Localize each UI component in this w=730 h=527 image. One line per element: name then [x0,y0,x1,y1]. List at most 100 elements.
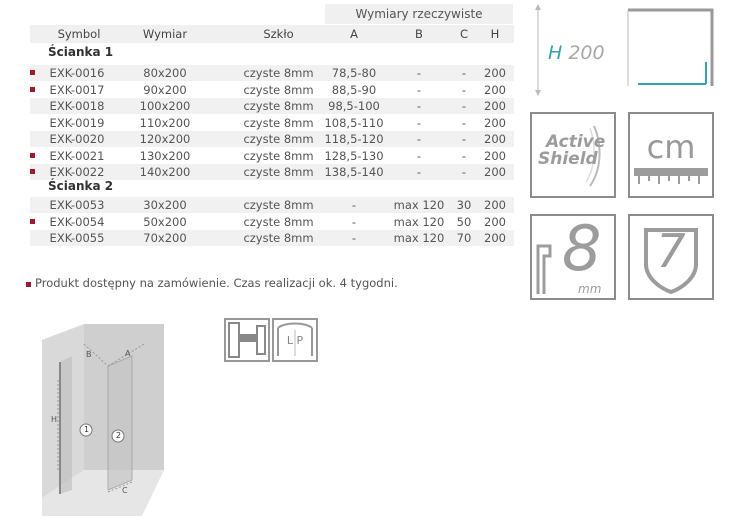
table-row: EXK-0017 90x200 czyste 8mm 88,5-90 - - 200 [30,82,514,98]
height-letter: H [548,42,563,64]
diagram-label-1: 1 [84,425,90,434]
table-header-row: Symbol Wymiar Szkło A B C H [30,25,514,43]
cell-b: max 120 [393,198,445,212]
table-row: EXK-0016 80x200 czyste 8mm 78,5-80 - - 200 [30,65,514,81]
cell-c: - [461,66,467,80]
shower-corner-icon [626,8,714,88]
left-right-icon: L P [272,318,318,362]
cell-szklo: czyste 8mm [243,82,314,97]
group-title-1: Ścianka 1 [48,45,114,59]
cell-b: - [416,82,422,97]
group-title-2: Ścianka 2 [48,179,114,193]
availability-bullet [30,70,35,75]
diagram-label-a: A [125,349,131,358]
cell-a: 88,5-90 [331,82,377,97]
col-h: H [490,27,500,41]
cell-wymiar: 140x200 [139,165,191,179]
cell-b: - [416,66,422,80]
table-row: EXK-0020 120x200 czyste 8mm 118,5-120 - - 200 [30,131,514,147]
cell-c: - [461,165,467,179]
glass-thickness-value: 8 [562,212,602,285]
cell-symbol: EXK-0022 [49,165,105,179]
cell-wymiar: 80x200 [143,66,187,80]
cell-c: 70 [456,231,472,245]
table-row: EXK-0054 50x200 czyste 8mm - max 120 50 200 [30,214,514,230]
cell-wymiar: 120x200 [139,132,191,146]
table-row: EXK-0053 30x200 czyste 8mm - max 120 30 200 [30,197,514,213]
cell-c: - [461,148,467,163]
cell-wymiar: 30x200 [143,198,187,212]
glass-thickness-unit: mm [578,282,602,296]
cell-h: 200 [484,148,506,163]
cell-h: 200 [484,214,506,229]
cell-symbol: EXK-0055 [49,231,105,245]
cell-szklo: czyste 8mm [243,115,314,130]
height-icon: H 200 [530,4,614,96]
diagram-label-c: C [122,486,128,495]
cell-szklo: czyste 8mm [243,165,314,179]
table-row: EXK-0021 130x200 czyste 8mm 128,5-130 - - 200 [30,148,514,164]
lp-label: L P [286,334,304,347]
cell-c: - [461,132,467,146]
cell-h: 200 [484,66,506,80]
availability-note: Produkt dostępny na zamówienie. Czas rea… [26,276,398,290]
cell-szklo: czyste 8mm [243,148,314,163]
height-value: 200 [568,42,605,64]
cell-b: - [416,132,422,146]
cell-h: 200 [484,198,506,212]
cell-c: 50 [456,214,472,229]
cell-c: - [461,99,467,113]
cell-b: max 120 [393,231,445,245]
cell-a: - [351,198,357,212]
active-shield-icon: Active Shield [530,112,616,198]
cell-wymiar: 90x200 [143,82,187,97]
col-wymiar: Wymiar [142,27,188,41]
cell-a: - [351,231,357,245]
cell-a: 138,5-140 [324,165,384,179]
table-row: EXK-0019 110x200 czyste 8mm 108,5-110 - - 200 [30,115,514,131]
note-text: Produkt dostępny na zamówienie. Czas rea… [35,276,398,290]
cell-wymiar: 50x200 [143,214,187,229]
hinge-mount-icon [224,318,270,362]
cell-a: 118,5-120 [324,132,384,146]
cell-szklo: czyste 8mm [243,66,314,80]
availability-bullet [30,86,35,92]
availability-bullet [30,218,35,224]
cell-c: - [461,115,467,130]
cell-wymiar: 70x200 [143,231,187,245]
cell-symbol: EXK-0018 [49,99,105,113]
cm-ruler-icon: cm [628,112,714,198]
cell-h: 200 [484,231,506,245]
warranty-shield-icon: 7 [628,214,714,300]
col-b: B [415,27,423,41]
shower-diagram: B A H 1 2 C [38,320,168,520]
diagram-label-h: H [51,415,58,424]
cell-a: 128,5-130 [324,148,384,163]
active-shield-text: Active Shield [538,134,605,168]
cell-h: 200 [484,82,506,97]
cell-szklo: czyste 8mm [243,198,314,212]
cell-h: 200 [484,115,506,130]
cell-szklo: czyste 8mm [243,231,314,245]
cell-c: 30 [456,198,472,212]
cell-h: 200 [484,99,506,113]
cell-b: - [416,115,422,130]
cell-symbol: EXK-0053 [49,198,105,212]
cell-b: - [416,148,422,163]
col-szklo: Szkło [263,27,294,41]
active-shield-line2: Shield [538,149,598,169]
table-row: EXK-0022 140x200 czyste 8mm 138,5-140 - - 200 [30,164,514,180]
cell-szklo: czyste 8mm [243,132,314,146]
cell-wymiar: 100x200 [139,99,191,113]
cell-a: 108,5-110 [324,115,384,130]
diagram-label-b: B [86,350,92,359]
cell-b: - [416,165,422,179]
diagram-label-2: 2 [116,431,122,440]
cell-szklo: czyste 8mm [243,214,314,229]
cell-b: - [416,99,422,113]
cell-c: - [461,82,467,97]
cell-wymiar: 130x200 [139,148,191,163]
table-row: EXK-0055 70x200 czyste 8mm - max 120 70 200 [30,230,514,246]
height-label: H 200 [548,42,605,64]
col-a: A [350,27,358,41]
